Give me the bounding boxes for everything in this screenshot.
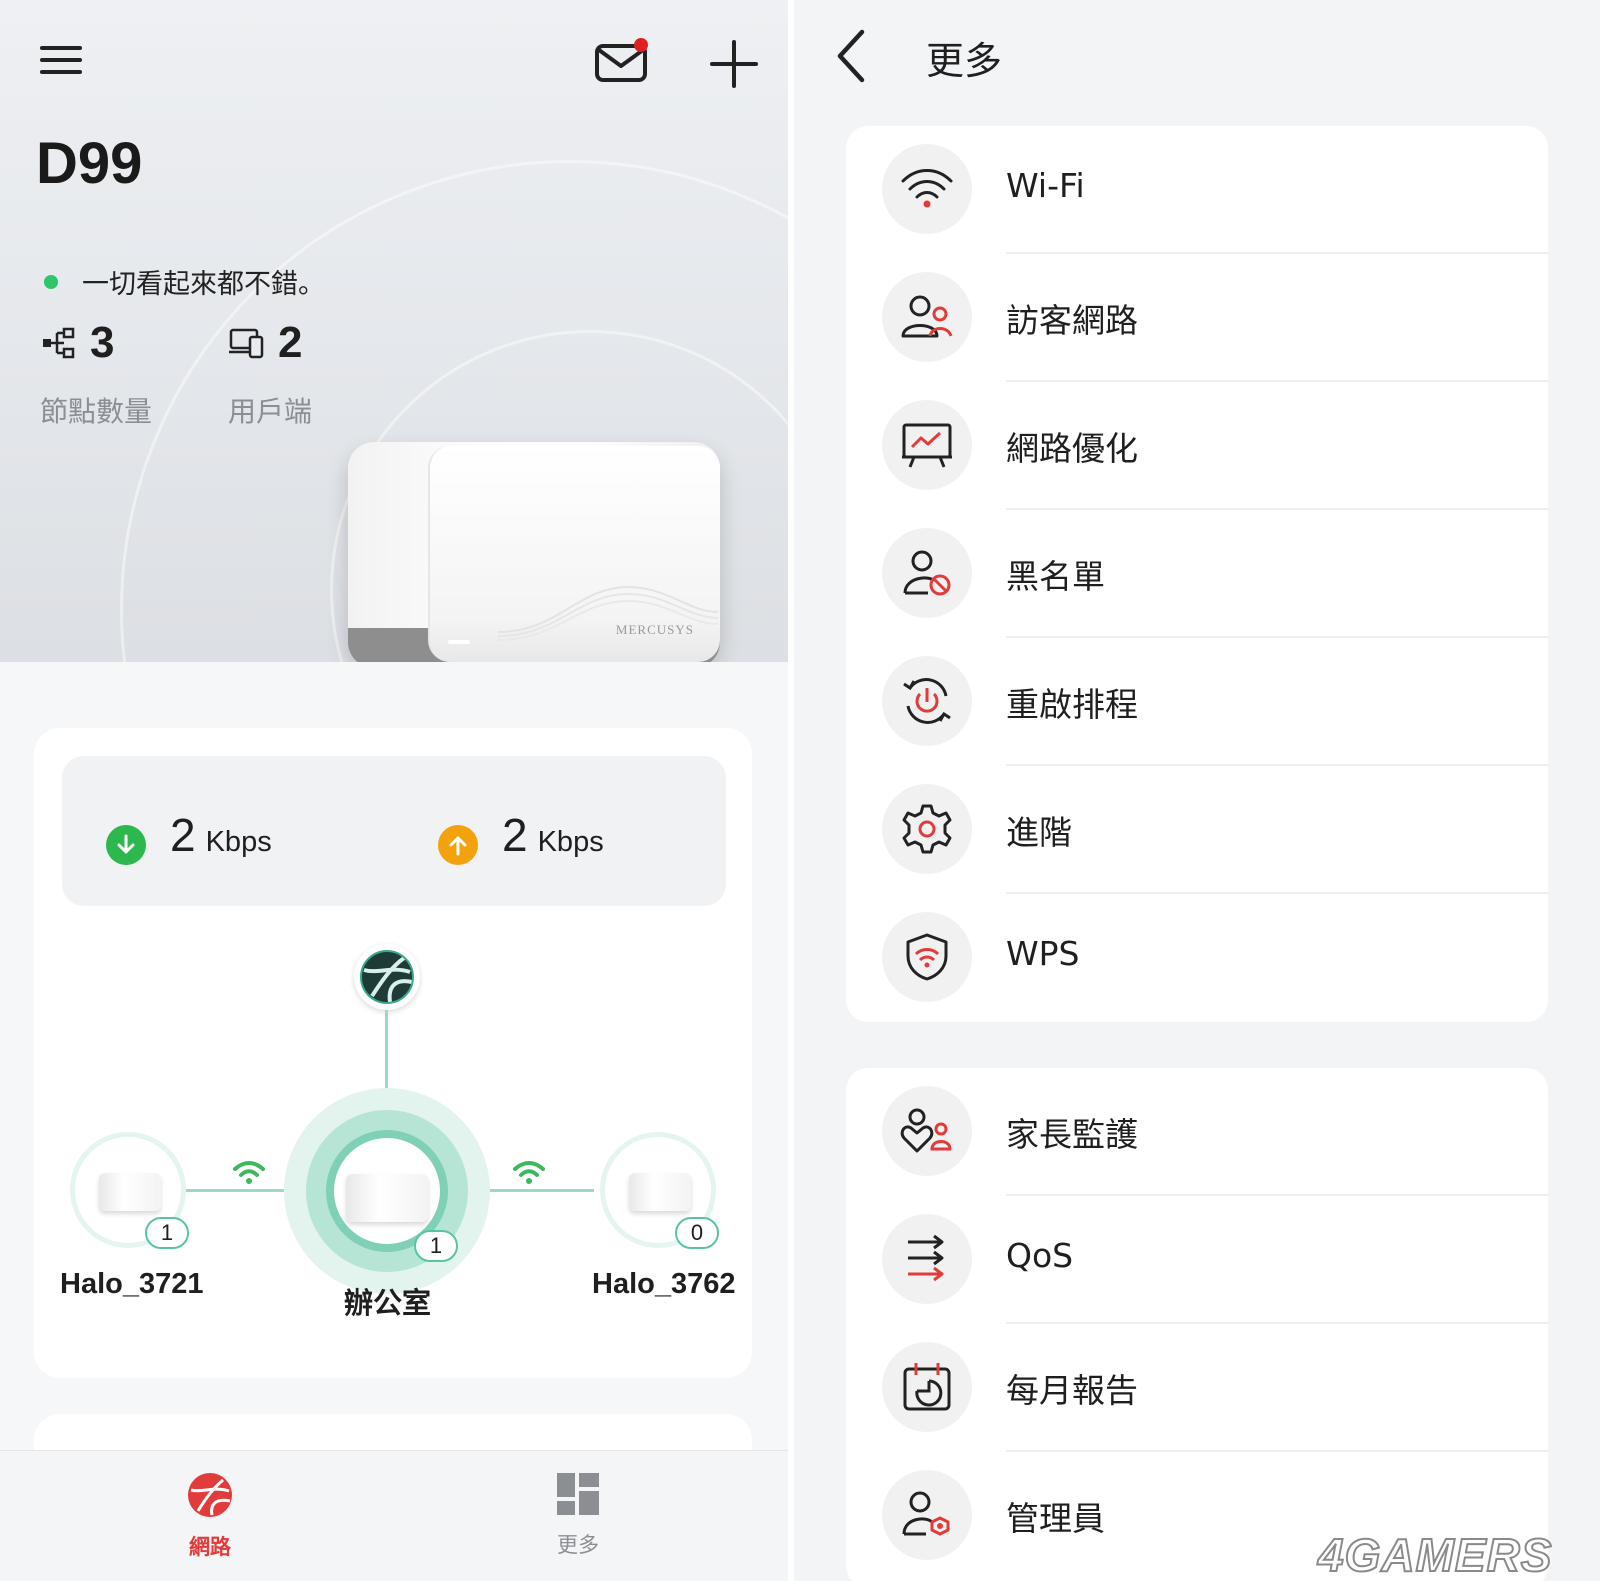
network-status: 一切看起來都不錯。 [44,262,325,301]
watermark-logo: 4GAMERS [1317,1528,1553,1581]
download-value: 2 [170,809,196,861]
tab-more[interactable]: 更多 [518,1471,638,1559]
site-name: D99 [36,131,143,196]
client-count-label: 用戶端 [228,395,313,428]
menu-item-guest-network[interactable]: 訪客網路 [846,254,1548,382]
page-title: 更多 [926,39,1003,83]
guest-network-icon [901,295,953,338]
node-name: 辦公室 [344,1288,432,1320]
devices-icon [229,328,264,359]
blacklist-icon [903,550,951,596]
network-screen: D99 一切看起來都不錯。 3 節點數量 2 用戶端 MERCUSYS 2 Kb… [0,0,788,1581]
monthly-report-icon [903,1363,951,1411]
menu-item-monthly-report[interactable]: 每月報告 [846,1324,1548,1452]
menu-button[interactable] [40,46,82,78]
chevron-left-icon [837,29,865,83]
upload-value: 2 [502,809,528,861]
menu-item-label: 重啟排程 [1006,685,1138,724]
node-count-stat[interactable]: 3 [42,318,114,368]
menu-item-label: QoS [1006,1236,1074,1275]
messages-button[interactable] [594,38,650,86]
router-image: MERCUSYS [348,442,720,662]
parental-control-icon [900,1108,952,1153]
menu-item-parental-control[interactable]: 家長監護 [846,1068,1548,1196]
gear-icon [902,804,952,854]
admin-icon [902,1491,950,1536]
menu-item-wps[interactable]: WPS [846,894,1548,1022]
node-client-badge: 1 [414,1230,458,1262]
node-client-badge: 0 [675,1217,719,1249]
network-card: 2 Kbps 2 Kbps 1 Halo_3721 1 辦公室 0 Halo_3… [34,728,752,1378]
status-dot [44,274,58,289]
add-button[interactable] [708,38,760,90]
status-text: 一切看起來都不錯。 [82,269,325,300]
client-count-stat[interactable]: 2 [228,318,302,368]
mesh-link-left [178,1189,298,1192]
node-name: Halo_3762 [592,1268,736,1300]
upload-unit: Kbps [537,826,604,858]
menu-item-label: 管理員 [1006,1499,1105,1538]
upload-speed: 2 Kbps [438,808,604,865]
globe-icon [360,950,414,1004]
more-screen: 更多 Wi-Fi 訪客網路 網路優化 黑名單 重啟排程 進階 WPS 家長監護 … [794,0,1600,1581]
device-led [448,640,470,644]
wifi-signal-icon [233,1161,265,1184]
node-name: Halo_3721 [60,1268,204,1300]
upload-arrow-icon [438,825,478,865]
wifi-icon [901,169,953,208]
menu-item-label: Wi-Fi [1006,166,1085,205]
client-count: 2 [278,318,303,367]
qos-icon [908,1234,944,1282]
hero-banner: D99 一切看起來都不錯。 3 節點數量 2 用戶端 MERCUSYS [0,0,788,662]
menu-item-label: 每月報告 [1006,1371,1138,1410]
unread-dot [634,38,648,52]
network-optimize-icon [902,423,952,468]
menu-item-reboot-schedule[interactable]: 重啟排程 [846,638,1548,766]
menu-item-label: WPS [1006,934,1080,973]
menu-item-wifi[interactable]: Wi-Fi [846,126,1548,254]
menu-item-blacklist[interactable]: 黑名單 [846,510,1548,638]
device-brand: MERCUSYS [615,622,694,637]
menu-item-label: 訪客網路 [1006,301,1138,340]
settings-group-main: Wi-Fi 訪客網路 網路優化 黑名單 重啟排程 進階 WPS [846,126,1548,1022]
wps-shield-icon [906,933,948,981]
wifi-signal-icon [513,1161,545,1184]
dashboard-grid-icon [557,1473,599,1515]
node-halo-3762[interactable]: 0 [600,1132,719,1249]
node-client-badge: 1 [145,1217,189,1249]
menu-item-advanced[interactable]: 進階 [846,766,1548,894]
menu-item-label: 黑名單 [1006,557,1105,596]
menu-item-label: 網路優化 [1006,429,1138,468]
download-speed: 2 Kbps [106,808,272,865]
menu-item-label: 進階 [1006,813,1072,852]
tab-label: 更多 [557,1533,599,1557]
download-arrow-icon [106,825,146,865]
tab-network[interactable]: 網路 [150,1471,270,1561]
node-count-label: 節點數量 [40,395,153,428]
internet-globe[interactable] [354,944,420,1010]
plus-icon [710,40,758,88]
menu-item-network-optimize[interactable]: 網路優化 [846,382,1548,510]
back-button[interactable] [832,28,872,84]
mesh-link-right [474,1189,594,1192]
speed-panel: 2 Kbps 2 Kbps [62,756,726,906]
download-unit: Kbps [205,826,272,858]
menu-item-label: 家長監護 [1006,1115,1138,1154]
menu-item-qos[interactable]: QoS [846,1196,1548,1324]
topology-icon [43,327,75,359]
tab-label: 網路 [189,1535,231,1559]
node-halo-3721[interactable]: 1 [70,1132,189,1249]
reboot-schedule-icon [903,678,951,724]
node-count: 3 [90,318,115,367]
node-main-office[interactable]: 1 [284,1088,490,1294]
network-globe-icon [188,1473,232,1517]
bottom-nav: 網路 更多 [0,1450,788,1581]
settings-group-extra: 家長監護 QoS 每月報告 管理員 [846,1068,1548,1581]
